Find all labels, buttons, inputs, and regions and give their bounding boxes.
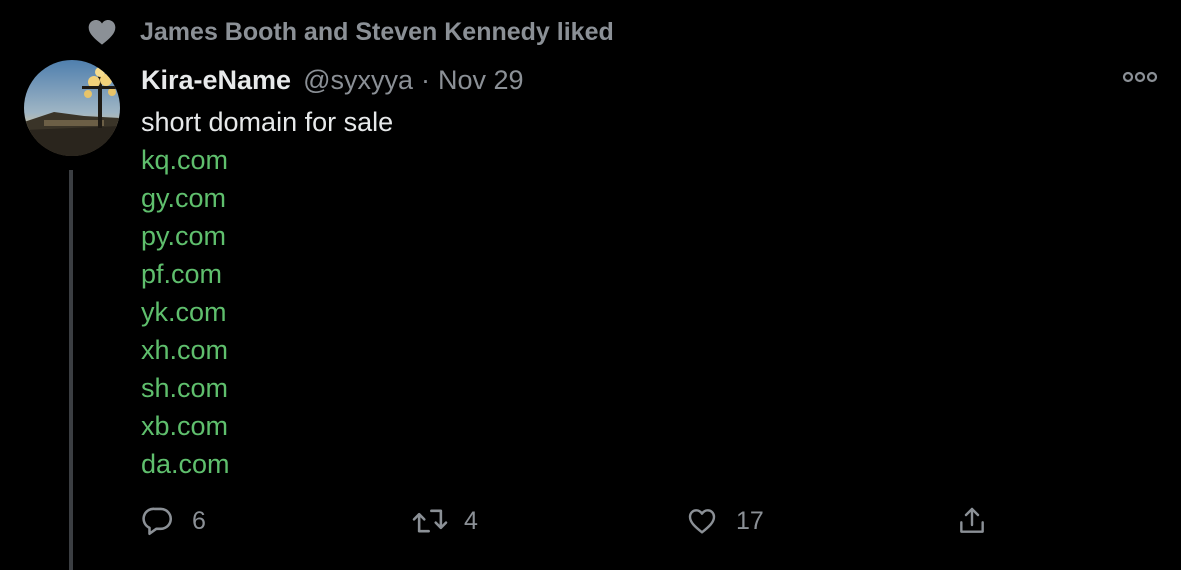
retweet-icon [410, 501, 450, 541]
like-icon [682, 501, 722, 541]
domain-link[interactable]: sh.com [141, 369, 393, 407]
reply-button[interactable]: 6 [138, 500, 206, 542]
domain-link[interactable]: kq.com [141, 141, 393, 179]
author-handle[interactable]: @syxyya [303, 65, 413, 96]
social-context: James Booth and Steven Kennedy liked [84, 12, 614, 52]
separator-dot: · [421, 64, 431, 95]
retweet-count: 4 [464, 506, 478, 535]
more-options-button[interactable] [1118, 66, 1162, 92]
tweet-timestamp[interactable]: Nov 29 [438, 65, 524, 96]
domain-link[interactable]: py.com [141, 217, 393, 255]
avatar[interactable] [24, 60, 120, 156]
domain-link[interactable]: xb.com [141, 407, 393, 445]
like-button[interactable]: 17 [682, 500, 764, 542]
author-display-name[interactable]: Kira-eName [141, 65, 291, 96]
domain-link[interactable]: pf.com [141, 255, 393, 293]
tweet-text: short domain for sale kq.com gy.com py.c… [141, 103, 393, 483]
more-icon [1122, 70, 1158, 89]
thread-line [69, 170, 73, 570]
reply-count: 6 [192, 506, 206, 535]
tweet-text-line: short domain for sale [141, 107, 394, 137]
retweet-button[interactable]: 4 [410, 500, 478, 542]
domain-link[interactable]: gy.com [141, 179, 393, 217]
reply-icon [138, 501, 178, 541]
domain-link[interactable]: xh.com [141, 331, 393, 369]
like-count: 17 [736, 506, 764, 535]
share-button[interactable] [952, 500, 992, 542]
share-icon [952, 501, 992, 541]
domain-link[interactable]: da.com [141, 445, 393, 483]
domain-link[interactable]: yk.com [141, 293, 393, 331]
heart-icon [84, 14, 120, 50]
tweet-header: Kira-eName @syxyya · Nov 29 [141, 60, 524, 100]
social-context-text: James Booth and Steven Kennedy liked [140, 17, 614, 46]
